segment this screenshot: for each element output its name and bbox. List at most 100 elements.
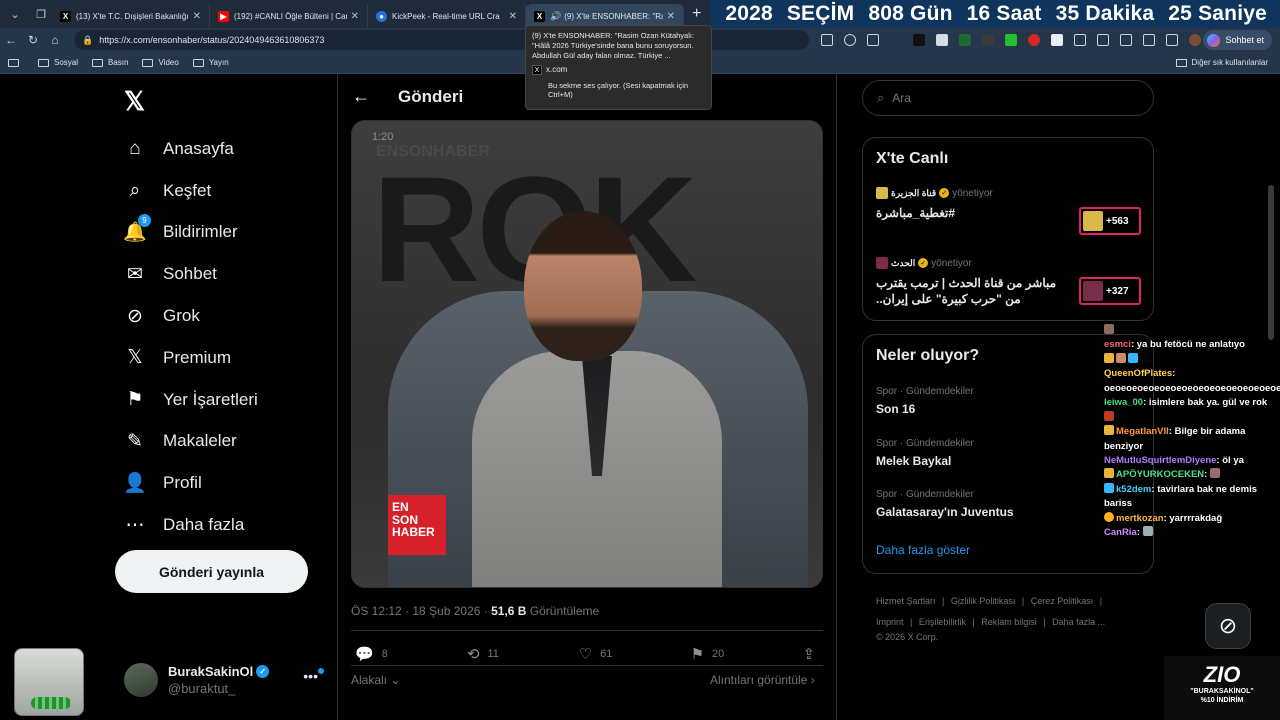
lock-icon[interactable]: 🔒: [82, 35, 93, 46]
other-bookmarks[interactable]: Diğer sık kullanılanlar: [1175, 58, 1268, 67]
chat-user: CanRia: [1104, 527, 1137, 539]
post-meta: ÖS 12:12 · 18 Şub 2026 · 51,6 B Görüntül…: [351, 604, 599, 618]
sponsor-logo: ZIO: [1203, 662, 1241, 687]
account-switcher[interactable]: BurakSakinOl ✓ @buraktut_ •••: [124, 660, 324, 700]
zoom-icon[interactable]: [844, 34, 856, 46]
browser-tab[interactable]: ▶ (192) #CANLI Öğle Bülteni | Can C ✕: [210, 4, 368, 28]
sidebar-item-yer-i-şaretleri[interactable]: ⚑ Yer İşaretleri: [124, 379, 258, 421]
show-more-link[interactable]: Daha fazla göster: [876, 543, 970, 557]
workspaces-icon[interactable]: ❐: [30, 4, 52, 24]
browser-tab[interactable]: ● KickPeek - Real-time URL Cra ✕: [368, 4, 526, 28]
home-icon[interactable]: ⌂: [44, 33, 66, 47]
sort-label: Alakalı: [351, 673, 388, 687]
page-scrollbar[interactable]: [1268, 185, 1274, 340]
extension-2-icon[interactable]: [936, 34, 948, 46]
reply-button[interactable]: 💬 8: [355, 645, 467, 663]
bookmark-folder[interactable]: Basın: [92, 58, 128, 67]
chat-text: ya bu fetöcü ne anlatıyo: [1136, 339, 1245, 351]
tab-actions-icon[interactable]: ⌄: [4, 4, 26, 24]
globe-icon: ●: [376, 10, 387, 22]
post-button[interactable]: Gönderi yayınla: [115, 550, 308, 593]
divider: [351, 665, 823, 666]
footer-link[interactable]: Daha fazla ...: [1052, 617, 1105, 627]
like-button[interactable]: ♡ 61: [579, 645, 691, 663]
close-tab-icon[interactable]: ✕: [351, 11, 359, 22]
bookmark-folder[interactable]: Video: [142, 58, 179, 67]
close-tab-icon[interactable]: ✕: [193, 11, 201, 22]
chat-text: isimlere bak ya. gül ve rok: [1148, 397, 1268, 409]
refresh-icon[interactable]: ↻: [22, 33, 44, 47]
footer-link[interactable]: Erişilebilirlik: [919, 617, 966, 627]
extension-3-icon[interactable]: [959, 34, 971, 46]
x-logo-icon[interactable]: 𝕏: [124, 86, 145, 117]
footer-link[interactable]: Reklam bilgisi: [981, 617, 1037, 627]
browser-tab[interactable]: X (13) X'te T.C. Dışişleri Bakanlığı: "S…: [52, 4, 210, 28]
trend-item[interactable]: Spor · Gündemdekiler Galatasaray'ın Juve…: [876, 489, 1136, 519]
sidebar-item-anasayfa[interactable]: ⌂ Anasayfa: [124, 128, 258, 170]
badge-icon: [1104, 425, 1114, 436]
collections-icon[interactable]: [1166, 34, 1178, 46]
sidebar-item-grok[interactable]: ⊘ Grok: [124, 295, 258, 337]
trend-item[interactable]: Spor · Gündemdekiler Son 16: [876, 386, 1136, 416]
back-arrow-icon[interactable]: ←: [352, 86, 370, 107]
trend-item[interactable]: Spor · Gündemdekiler Melek Baykal: [876, 438, 1136, 468]
live-listener-badge[interactable]: +563: [1079, 207, 1141, 235]
bookmark-folder[interactable]: Yayın: [192, 58, 229, 67]
repost-count: 11: [487, 648, 499, 660]
sidebar-icon[interactable]: [1097, 34, 1109, 46]
space-thumbnail: [1083, 281, 1103, 301]
view-quotes-link[interactable]: Alıntıları görüntüle ›: [710, 673, 815, 687]
bookmark-folder[interactable]: Sosyal: [38, 58, 78, 67]
copilot-chat-button[interactable]: Sohbet et: [1203, 30, 1272, 50]
bookmark-label: Video: [158, 58, 179, 67]
relevant-sort-dropdown[interactable]: Alakalı ⌄: [351, 673, 400, 687]
sidebar-item-sohbet[interactable]: ✉ Sohbet: [124, 253, 258, 295]
footer-link[interactable]: Gizlilik Politikası: [951, 596, 1016, 606]
bookmark-menu-icon[interactable]: [8, 58, 24, 67]
favorites-icon[interactable]: [1120, 34, 1132, 46]
extension-7-icon[interactable]: [1051, 34, 1063, 46]
sidebar-item-daha-fazla[interactable]: ⋯ Daha fazla: [124, 504, 258, 546]
sidebar-item-label: Yer İşaretleri: [163, 389, 258, 409]
live-item[interactable]: الحدث ✓ yönetiyor مباشر من قناة الحدث | تر…: [876, 257, 1141, 309]
post-time[interactable]: ÖS 12:12 · 18 Şub 2026 ·: [351, 604, 491, 618]
grok-floating-button[interactable]: ⊘: [1205, 603, 1251, 649]
live-item[interactable]: قناة الجزيرة ✓ yönetiyor #تغطية_مباشرة +56…: [876, 187, 1141, 235]
speaker-icon[interactable]: 🔊: [550, 11, 561, 22]
chat-message: mertkozan: yarrrrakdağ: [1104, 511, 1274, 526]
trend-name: Son 16: [876, 402, 916, 416]
sidebar-item-premium[interactable]: 𝕏 Premium: [124, 337, 258, 379]
footer-link[interactable]: Hizmet Şartları: [876, 596, 936, 606]
extension-5-icon[interactable]: [1005, 34, 1017, 46]
sidebar-item-keşfet[interactable]: ⌕ Keşfet: [124, 170, 258, 212]
sidebar-item-profil[interactable]: 👤 Profil: [123, 462, 258, 504]
favorite-star-icon[interactable]: [890, 34, 902, 46]
more-icon[interactable]: •••: [303, 668, 318, 684]
post-video[interactable]: ROK 1:20 ENSONHABER EN SON HABER: [351, 120, 823, 588]
read-aloud-icon[interactable]: [867, 34, 879, 46]
app-icon[interactable]: [821, 34, 833, 46]
extension-6-icon[interactable]: [1028, 34, 1040, 46]
view-quotes-label: Alıntıları görüntüle: [710, 673, 808, 687]
profile-avatar-icon[interactable]: [1189, 34, 1201, 46]
search-input[interactable]: ⌕ Ara: [862, 80, 1154, 116]
footer-link[interactable]: Imprint: [876, 617, 904, 627]
footer-link[interactable]: Çerez Politikası: [1031, 596, 1094, 606]
notification-dot: [318, 668, 324, 674]
close-tab-icon[interactable]: ✕: [509, 11, 517, 22]
share-button[interactable]: ⇪: [802, 645, 823, 663]
extension-4-icon[interactable]: [982, 34, 994, 46]
extension-1-icon[interactable]: [913, 34, 925, 46]
repost-button[interactable]: ⟲ 11: [467, 645, 579, 663]
new-tab-button[interactable]: +: [692, 5, 701, 23]
back-icon[interactable]: ←: [0, 33, 22, 47]
split-screen-icon[interactable]: [1074, 34, 1086, 46]
browser-essentials-icon[interactable]: [1143, 34, 1155, 46]
close-tab-icon[interactable]: ✕: [667, 11, 675, 22]
sidebar-item-bildirimler[interactable]: 🔔 9 Bildirimler: [123, 212, 258, 254]
live-listener-badge[interactable]: +327: [1079, 277, 1141, 305]
sidebar-item-makaleler[interactable]: ✎ Makaleler: [124, 421, 258, 463]
bookmark-button[interactable]: ⚑ 20: [691, 645, 803, 663]
bell-icon: 🔔 9: [123, 214, 151, 243]
video-timestamp: 1:20: [372, 131, 394, 143]
